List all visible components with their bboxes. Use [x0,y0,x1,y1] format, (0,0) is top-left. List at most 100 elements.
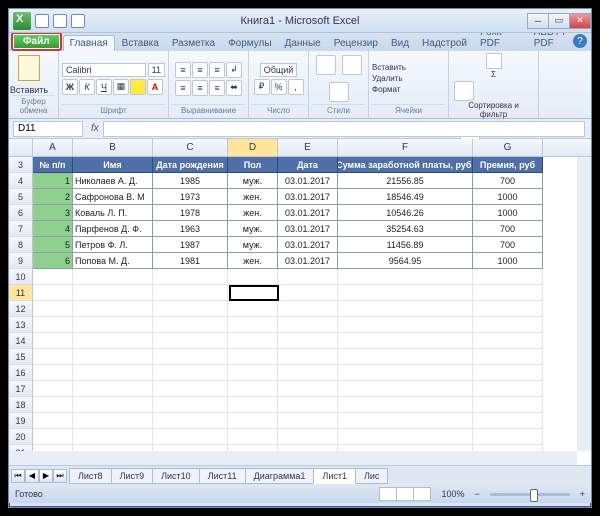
cell[interactable] [33,349,73,365]
row-header[interactable]: 3 [9,157,33,173]
cell[interactable] [278,285,338,301]
col-header[interactable]: G [473,139,543,156]
cell[interactable] [473,381,543,397]
cell[interactable]: Коваль Л. П. [73,205,153,221]
cell[interactable] [473,413,543,429]
format-cells-button[interactable]: Формат [372,85,400,94]
cell[interactable] [153,333,228,349]
cell[interactable] [228,429,278,445]
cell[interactable] [228,317,278,333]
row-header[interactable]: 4 [9,173,33,189]
cell[interactable]: 1985 [153,173,228,189]
cell[interactable] [338,333,473,349]
cell[interactable]: 10546.26 [338,205,473,221]
insert-cells-button[interactable]: Вставить [372,63,406,72]
close-button[interactable]: ✕ [569,13,591,29]
table-header[interactable]: Премия, руб [473,157,543,173]
bold-button[interactable]: Ж [62,79,78,95]
sheet-nav-prev[interactable]: ◀ [25,469,39,483]
align-right-button[interactable]: ≡ [209,80,225,96]
sheet-tab[interactable]: Лист11 [199,468,246,484]
font-color-button[interactable]: A [147,79,163,95]
cell[interactable] [473,333,543,349]
save-icon[interactable] [35,14,49,28]
cell[interactable] [228,333,278,349]
name-box[interactable]: D11 [13,121,83,137]
zoom-slider[interactable] [490,493,570,496]
table-header[interactable]: Дата [278,157,338,173]
col-header[interactable]: F [338,139,473,156]
cell[interactable]: Петров Ф. Л. [73,237,153,253]
row-header[interactable]: 17 [9,381,33,397]
cell-styles-button[interactable] [329,82,349,102]
cell[interactable] [73,269,153,285]
cell[interactable]: 03.01.2017 [278,221,338,237]
cell[interactable]: 700 [473,173,543,189]
cell[interactable] [338,413,473,429]
sheet-tab[interactable]: Лист10 [152,468,200,484]
cell[interactable]: 03.01.2017 [278,173,338,189]
tab-layout[interactable]: Разметка [166,36,221,51]
cell[interactable] [33,397,73,413]
cell[interactable]: 700 [473,237,543,253]
cell[interactable]: 1000 [473,205,543,221]
row-header[interactable]: 18 [9,397,33,413]
cell[interactable] [153,349,228,365]
cell[interactable] [153,397,228,413]
cell[interactable]: 35254.63 [338,221,473,237]
format-table-button[interactable] [342,55,362,75]
cell[interactable] [473,349,543,365]
sheet-tab[interactable]: Диаграмма1 [245,468,315,484]
underline-button[interactable]: Ч [96,79,112,95]
col-header[interactable]: D [228,139,278,156]
table-header[interactable]: Пол [228,157,278,173]
col-header[interactable]: B [73,139,153,156]
row-header[interactable]: 9 [9,253,33,269]
cell[interactable] [473,397,543,413]
cell[interactable]: 18546.49 [338,189,473,205]
cell[interactable]: жен. [228,253,278,269]
autosum-button[interactable]: Σ [486,53,502,79]
tab-review[interactable]: Рецензир [328,36,384,51]
fx-icon[interactable]: fx [91,123,99,134]
cell[interactable]: 5 [33,237,73,253]
zoom-level[interactable]: 100% [441,489,464,499]
tab-data[interactable]: Данные [279,36,327,51]
cell[interactable]: Николаев А. Д. [73,173,153,189]
cell[interactable] [33,365,73,381]
horizontal-scrollbar[interactable] [9,451,577,465]
cell[interactable]: 03.01.2017 [278,237,338,253]
undo-icon[interactable] [53,14,67,28]
cell[interactable] [228,381,278,397]
cell[interactable] [73,349,153,365]
cell[interactable] [33,333,73,349]
cell[interactable] [228,285,278,301]
cell[interactable] [73,301,153,317]
col-header[interactable]: A [33,139,73,156]
cell[interactable] [33,285,73,301]
sheet-tab[interactable]: Лист9 [111,468,154,484]
row-header[interactable]: 19 [9,413,33,429]
cell[interactable] [473,269,543,285]
align-left-button[interactable]: ≡ [175,80,191,96]
cell[interactable] [278,397,338,413]
border-button[interactable]: ▦ [113,79,129,95]
zoom-out-button[interactable]: − [474,489,479,499]
align-mid-button[interactable]: ≡ [192,62,208,78]
cell[interactable]: 3 [33,205,73,221]
row-header[interactable]: 8 [9,237,33,253]
number-format-select[interactable]: Общий [260,63,298,77]
cell[interactable] [473,429,543,445]
zoom-in-button[interactable]: + [580,489,585,499]
cell[interactable] [73,381,153,397]
sheet-tab[interactable]: Лист8 [69,468,112,484]
comma-button[interactable]: , [288,79,304,95]
cell[interactable]: 1000 [473,253,543,269]
cell[interactable] [73,429,153,445]
file-tab[interactable]: Файл [11,32,62,51]
cell[interactable] [153,381,228,397]
cell[interactable] [278,269,338,285]
cell[interactable] [33,429,73,445]
font-size-select[interactable]: 11 [148,63,165,77]
percent-button[interactable]: % [271,79,287,95]
